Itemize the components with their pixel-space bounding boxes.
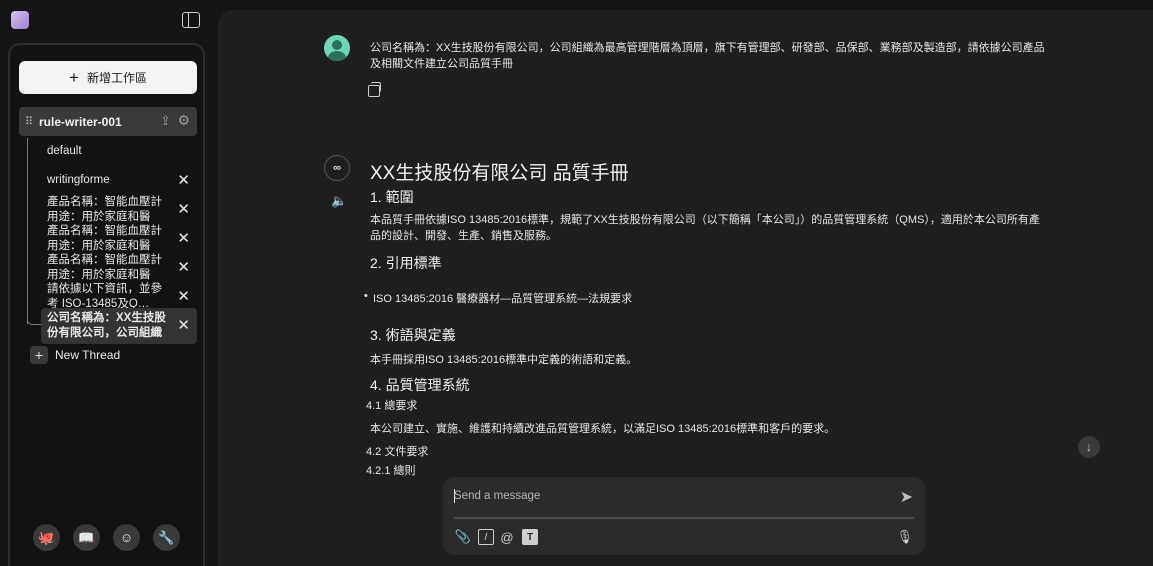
close-icon[interactable]: ✕ <box>177 258 190 276</box>
bullet-dot: • <box>364 290 368 302</box>
workspace-item[interactable]: ⠿ rule-writer-001 ⇪ ⚙ <box>19 107 197 136</box>
close-icon[interactable]: ✕ <box>177 316 190 334</box>
thread-item[interactable]: 產品名稱：智能血壓計 用途：用於家庭和醫療… ✕ <box>41 253 197 283</box>
tree-hook <box>27 315 41 325</box>
subsection-heading: 4.1 總要求 <box>366 400 418 412</box>
wrench-icon[interactable]: 🔧 <box>153 524 180 551</box>
chat-panel: 公司名稱為：XX生技股份有限公司，公司組織為最高管理階層為頂層，旗下有管理部、研… <box>218 10 1153 566</box>
response-title: XX生技股份有限公司 品質手冊 <box>370 163 629 184</box>
thread-label: writingforme <box>47 174 110 186</box>
plus-icon: + <box>69 68 79 87</box>
message-composer: ➤ 📎 / @ T 🎙 <box>443 477 925 555</box>
section-text: 本手冊採用ISO 13485:2016標準中定義的術語和定義。 <box>370 354 638 366</box>
plus-icon: + <box>30 346 48 364</box>
scroll-down-button[interactable]: ↓ <box>1078 436 1100 458</box>
discord-icon[interactable]: ☺ <box>113 524 140 551</box>
bullet-text: ISO 13485:2016 醫療器材—品質管理系統—法規要求 <box>373 293 633 305</box>
upload-icon[interactable]: ⇪ <box>160 113 171 129</box>
section-heading: 3. 術語與定義 <box>370 327 456 343</box>
section-text: 本品質手冊依據ISO 13485:2016標準，規範了XX生技股份有限公司（以下… <box>370 214 1040 242</box>
text-caret <box>454 489 455 503</box>
at-mention-icon[interactable]: @ <box>499 529 515 545</box>
speaker-icon[interactable]: 🔈 <box>331 193 347 209</box>
close-icon[interactable]: ✕ <box>177 287 190 305</box>
tree-line <box>27 138 28 324</box>
user-avatar <box>324 35 350 61</box>
new-workspace-label: 新增工作區 <box>86 71 147 85</box>
paperclip-icon[interactable]: 📎 <box>455 529 471 545</box>
workspace-name: rule-writer-001 <box>39 114 122 129</box>
close-icon[interactable]: ✕ <box>177 171 190 189</box>
thread-item[interactable]: writingforme ✕ <box>41 171 197 189</box>
gear-icon[interactable]: ⚙ <box>177 112 190 129</box>
sidebar-footer: 🐙 📖 ☺ 🔧 <box>10 524 203 551</box>
book-icon[interactable]: 📖 <box>73 524 100 551</box>
microphone-icon[interactable]: 🎙 <box>896 529 913 545</box>
copy-icon[interactable] <box>368 82 381 97</box>
subsection-heading: 4.2.1 總則 <box>366 465 416 477</box>
drag-handle-icon[interactable]: ⠿ <box>25 115 39 128</box>
slash-command-icon[interactable]: / <box>478 529 494 545</box>
app-logo <box>11 11 29 29</box>
thread-label: 產品名稱：智能血壓計 用途：用於家庭和醫療… <box>47 225 162 252</box>
thread-item[interactable]: default <box>41 144 197 159</box>
section-heading: 1. 範圍 <box>370 189 414 205</box>
thread-label: 產品名稱：智能血壓計 用途：用於家庭和醫療… <box>47 254 162 281</box>
sidebar: + 新增工作區 ⠿ rule-writer-001 ⇪ ⚙ default wr… <box>8 43 205 566</box>
subsection-heading: 4.2 文件要求 <box>366 446 429 458</box>
thread-item[interactable]: 產品名稱：智能血壓計 用途：用於家庭和醫療… ✕ <box>41 224 197 254</box>
close-icon[interactable]: ✕ <box>177 229 190 247</box>
thread-item-active[interactable]: 公司名稱為：XX生技股份有限公司，公司組織為… ✕ <box>41 308 197 344</box>
composer-divider <box>454 517 914 519</box>
new-thread-button[interactable]: + New Thread <box>30 346 120 364</box>
close-icon[interactable]: ✕ <box>177 200 190 218</box>
app-window: + 新增工作區 ⠿ rule-writer-001 ⇪ ⚙ default wr… <box>0 0 1153 566</box>
section-text: 本公司建立、實施、維護和持續改進品質管理系統，以滿足ISO 13485:2016… <box>370 423 836 435</box>
new-thread-label: New Thread <box>55 348 121 362</box>
section-heading: 2. 引用標準 <box>370 255 442 271</box>
thread-label: 產品名稱：智能血壓計 用途：用於家庭和醫療… <box>47 196 162 223</box>
thread-label: 公司名稱為：XX生技股份有限公司，公司組織為… <box>47 312 166 339</box>
sidebar-toggle-icon[interactable] <box>182 12 200 28</box>
text-format-icon[interactable]: T <box>522 529 538 545</box>
thread-label: default <box>47 145 82 157</box>
thread-item[interactable]: 產品名稱：智能血壓計 用途：用於家庭和醫療… ✕ <box>41 195 197 225</box>
assistant-avatar: ∞ <box>324 155 350 181</box>
send-icon[interactable]: ➤ <box>900 487 913 507</box>
section-heading: 4. 品質管理系統 <box>370 377 470 393</box>
github-icon[interactable]: 🐙 <box>33 524 60 551</box>
message-input[interactable] <box>454 487 874 505</box>
new-workspace-button[interactable]: + 新增工作區 <box>19 61 197 94</box>
user-message: 公司名稱為：XX生技股份有限公司，公司組織為最高管理階層為頂層，旗下有管理部、研… <box>370 42 1045 70</box>
